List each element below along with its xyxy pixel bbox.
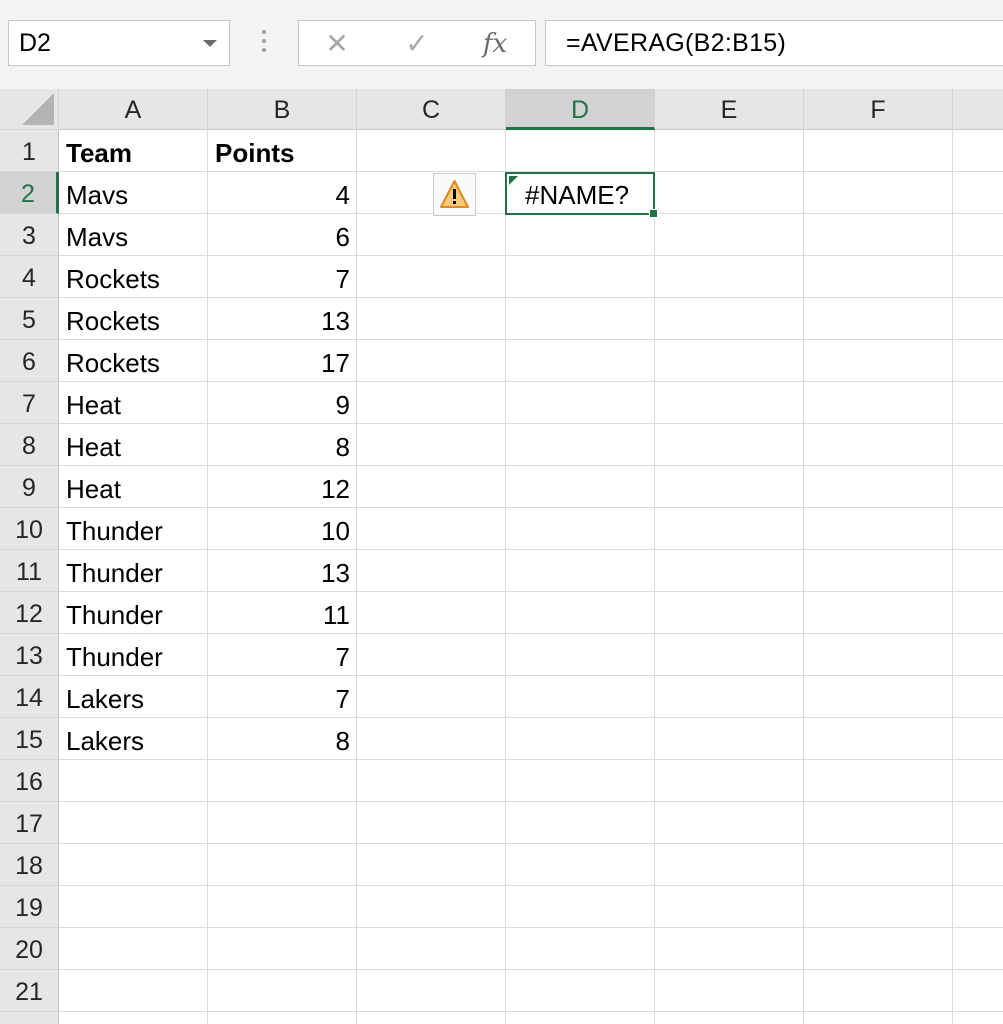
selected-cell-d2[interactable]: #NAME? (505, 172, 658, 218)
row-header-11[interactable]: 11 (0, 550, 58, 592)
worksheet-grid[interactable]: Team Points Mavs 4 Mavs 6 Rockets 7 Rockets 13 R… (59, 130, 1003, 1024)
formula-input[interactable]: =AVERAG(B2:B15) (545, 20, 1003, 66)
cell-team[interactable]: Thunder (59, 550, 208, 592)
cell-points[interactable]: 4 (208, 172, 356, 214)
gridline-vertical (654, 130, 655, 1024)
row-header-12[interactable]: 12 (0, 592, 58, 634)
cell-team[interactable]: Rockets (59, 256, 208, 298)
cell-value[interactable]: #NAME? (525, 174, 629, 216)
cell-team[interactable]: Rockets (59, 340, 208, 382)
row-header-9[interactable]: 9 (0, 466, 58, 508)
row-header-6[interactable]: 6 (0, 340, 58, 382)
gridline-horizontal (59, 1011, 1003, 1012)
name-box-value[interactable]: D2 (19, 29, 51, 58)
row-header-10[interactable]: 10 (0, 508, 58, 550)
row-header-8[interactable]: 8 (0, 424, 58, 466)
cell-points[interactable]: 9 (208, 382, 356, 424)
column-header-b[interactable]: B (208, 89, 357, 129)
gridline-vertical (505, 130, 506, 1024)
row-header-19[interactable]: 19 (0, 886, 58, 928)
gridline-vertical (803, 130, 804, 1024)
row-header-16[interactable]: 16 (0, 760, 58, 802)
formula-buttons: ✕ ✓ fx (298, 20, 536, 66)
chevron-down-icon[interactable] (203, 40, 217, 47)
enter-icon[interactable]: ✓ (399, 29, 435, 59)
cell-team[interactable]: Mavs (59, 172, 208, 214)
gridline-horizontal (59, 927, 1003, 928)
cell-points[interactable]: 7 (208, 676, 356, 718)
row-header-20[interactable]: 20 (0, 928, 58, 970)
gridline-horizontal (59, 969, 1003, 970)
row-header-18[interactable]: 18 (0, 844, 58, 886)
column-header-d[interactable]: D (506, 89, 655, 130)
gridline-horizontal (59, 801, 1003, 802)
error-warning-button[interactable] (433, 173, 476, 216)
error-indicator-icon (509, 176, 518, 185)
warning-icon[interactable] (439, 179, 470, 210)
column-headers: ABCDEF (59, 89, 1003, 130)
formula-text[interactable]: =AVERAG(B2:B15) (566, 29, 786, 58)
insert-function-icon[interactable]: fx (477, 29, 513, 59)
row-header-7[interactable]: 7 (0, 382, 58, 424)
drag-handle-icon[interactable] (262, 30, 267, 56)
formula-bar-area: D2 ✕ ✓ fx =AVERAG(B2:B15) (0, 0, 1003, 89)
cell-points[interactable]: 7 (208, 634, 356, 676)
row-header-17[interactable]: 17 (0, 802, 58, 844)
gridline-horizontal (59, 885, 1003, 886)
gridline-vertical (952, 130, 953, 1024)
cell-team[interactable]: Thunder (59, 592, 208, 634)
cell-team[interactable]: Thunder (59, 634, 208, 676)
cell-points[interactable]: 8 (208, 718, 356, 760)
row-header-1[interactable]: 1 (0, 130, 58, 172)
cancel-icon[interactable]: ✕ (319, 29, 355, 59)
cell-points[interactable]: 17 (208, 340, 356, 382)
cell-team[interactable]: Heat (59, 382, 208, 424)
cell-points[interactable]: 13 (208, 550, 356, 592)
header-cell-points[interactable]: Points (208, 130, 357, 172)
select-all-button[interactable] (0, 89, 59, 130)
row-headers: 1 2 3 4 5 6 7 8 9 10 11 12 13 14 15 16 17 18 19 20 21 (0, 130, 59, 1024)
fill-handle[interactable] (649, 209, 658, 218)
cell-points[interactable]: 6 (208, 214, 356, 256)
cell-points[interactable]: 11 (208, 592, 356, 634)
column-header-c[interactable]: C (357, 89, 506, 129)
cell-team[interactable]: Mavs (59, 214, 208, 256)
cell-points[interactable]: 10 (208, 508, 356, 550)
column-header-a[interactable]: A (59, 89, 208, 129)
header-cell-team[interactable]: Team (59, 130, 208, 172)
column-header-e[interactable]: E (655, 89, 804, 129)
cell-team[interactable]: Heat (59, 424, 208, 466)
cell-points[interactable]: 8 (208, 424, 356, 466)
row-header-5[interactable]: 5 (0, 298, 58, 340)
cell-team[interactable]: Lakers (59, 718, 208, 760)
column-header-f[interactable]: F (804, 89, 953, 129)
cell-points[interactable]: 7 (208, 256, 356, 298)
select-all-icon (22, 93, 54, 125)
cell-points[interactable]: 13 (208, 298, 356, 340)
gridline-vertical (356, 130, 357, 1024)
row-header-3[interactable]: 3 (0, 214, 58, 256)
cell-team[interactable]: Rockets (59, 298, 208, 340)
cell-team[interactable]: Thunder (59, 508, 208, 550)
name-box[interactable]: D2 (8, 20, 230, 66)
row-header-15[interactable]: 15 (0, 718, 58, 760)
cell-team[interactable]: Heat (59, 466, 208, 508)
gridline-horizontal (59, 843, 1003, 844)
row-header-4[interactable]: 4 (0, 256, 58, 298)
cell-points[interactable]: 12 (208, 466, 356, 508)
row-header-14[interactable]: 14 (0, 676, 58, 718)
row-header-2[interactable]: 2 (0, 172, 59, 214)
row-header-13[interactable]: 13 (0, 634, 58, 676)
cell-team[interactable]: Lakers (59, 676, 208, 718)
row-header-21[interactable]: 21 (0, 970, 58, 1012)
